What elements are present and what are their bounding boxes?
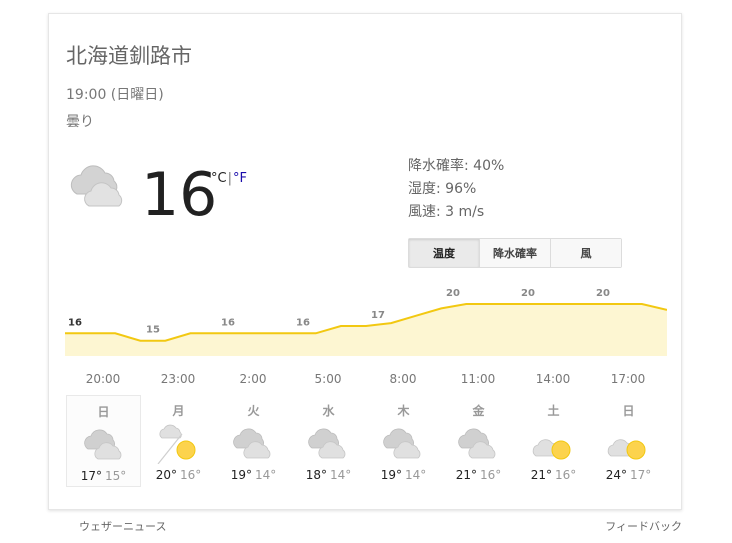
hour-labels: 20:00 23:00 2:00 5:00 8:00 11:00 14:00 17:00 bbox=[65, 372, 667, 388]
unit-switcher: °C|°F bbox=[211, 171, 247, 186]
hour-label: 2:00 bbox=[239, 372, 267, 386]
tab-temperature[interactable]: 温度 bbox=[409, 239, 479, 267]
cloudy-icon bbox=[70, 165, 123, 207]
current-temperature: 16 bbox=[141, 160, 218, 230]
daily-forecast: 日 17° 15° 月 20° 16° 火 19° 14° 水 18° 14° 木 19° 14° 金 21° 1… bbox=[66, 395, 666, 487]
chart-temp-label: 20 bbox=[596, 288, 610, 299]
cloudy-icon bbox=[308, 428, 346, 459]
day-high-temp: 24° bbox=[605, 468, 627, 482]
datetime-label: 19:00 (日曜日) bbox=[66, 87, 164, 103]
day-name: 金 bbox=[472, 404, 485, 418]
day-forecast[interactable]: 月 20° 16° bbox=[141, 395, 216, 487]
day-name: 水 bbox=[322, 404, 335, 418]
hour-label: 23:00 bbox=[160, 372, 196, 386]
day-name: 日 bbox=[622, 404, 635, 418]
sun-behind-cloud-icon bbox=[607, 439, 646, 460]
day-forecast[interactable]: 日 17° 15° bbox=[66, 395, 141, 487]
location-title: 北海道釧路市 bbox=[66, 44, 192, 68]
tab-wind[interactable]: 風 bbox=[550, 239, 621, 267]
day-high-temp: 20° bbox=[155, 468, 177, 482]
day-name: 火 bbox=[247, 404, 260, 418]
cloudy-icon bbox=[233, 428, 271, 459]
day-name: 日 bbox=[97, 405, 110, 419]
day-name: 月 bbox=[172, 404, 185, 418]
tab-precipitation[interactable]: 降水確率 bbox=[479, 239, 550, 267]
day-low-temp: 16° bbox=[480, 468, 502, 482]
hour-label: 14:00 bbox=[535, 372, 571, 386]
temperature-chart: 16 15 16 16 17 20 20 20 bbox=[65, 288, 667, 356]
fahrenheit-toggle[interactable]: °F bbox=[233, 171, 247, 186]
day-high-temp: 17° bbox=[80, 469, 102, 483]
chart-temp-label: 16 bbox=[296, 317, 310, 328]
hour-label: 8:00 bbox=[389, 372, 417, 386]
day-forecast[interactable]: 木 19° 14° bbox=[366, 395, 441, 487]
chart-temp-label: 15 bbox=[146, 325, 160, 336]
day-high-temp: 19° bbox=[230, 468, 252, 482]
day-forecast[interactable]: 金 21° 16° bbox=[441, 395, 516, 487]
chart-temp-label: 16 bbox=[221, 317, 235, 328]
day-low-temp: 15° bbox=[105, 469, 127, 483]
day-low-temp: 14° bbox=[255, 468, 277, 482]
condition-label: 曇り bbox=[66, 114, 94, 130]
unit-separator: | bbox=[227, 171, 232, 186]
day-temps: 17° 15° bbox=[67, 469, 140, 483]
day-high-temp: 19° bbox=[380, 468, 402, 482]
hour-label: 5:00 bbox=[314, 372, 342, 386]
day-temps: 18° 14° bbox=[291, 468, 366, 482]
day-low-temp: 16° bbox=[555, 468, 577, 482]
cloudy-icon bbox=[458, 428, 496, 459]
weather-card: 北海道釧路市 19:00 (日曜日) 曇り 16 °C|°F 降水確率: 40%… bbox=[48, 13, 682, 510]
day-low-temp: 17° bbox=[630, 468, 652, 482]
chart-temp-label: 20 bbox=[521, 288, 535, 299]
wind-speed: 風速: 3 m/s bbox=[408, 204, 485, 220]
day-high-temp: 21° bbox=[455, 468, 477, 482]
day-name: 土 bbox=[547, 404, 560, 418]
humidity: 湿度: 96% bbox=[408, 181, 477, 197]
weather-details: 降水確率: 40% 湿度: 96% 風速: 3 m/s bbox=[408, 155, 504, 224]
day-name: 木 bbox=[397, 404, 410, 418]
chart-temp-label: 20 bbox=[446, 288, 460, 299]
partly-cloudy-icon bbox=[157, 424, 196, 464]
hour-label: 17:00 bbox=[610, 372, 646, 386]
cloudy-icon bbox=[84, 429, 122, 460]
celsius-toggle[interactable]: °C bbox=[211, 171, 227, 186]
day-temps: 24° 17° bbox=[591, 468, 666, 482]
chart-tabs: 温度 降水確率 風 bbox=[408, 238, 622, 268]
day-forecast[interactable]: 日 24° 17° bbox=[591, 395, 666, 487]
day-forecast[interactable]: 水 18° 14° bbox=[291, 395, 366, 487]
chart-temp-label: 16 bbox=[68, 317, 82, 328]
feedback-link[interactable]: フィードバック bbox=[605, 518, 682, 534]
day-temps: 19° 14° bbox=[366, 468, 441, 482]
day-high-temp: 21° bbox=[530, 468, 552, 482]
day-temps: 21° 16° bbox=[516, 468, 591, 482]
day-low-temp: 16° bbox=[180, 468, 202, 482]
day-forecast[interactable]: 火 19° 14° bbox=[216, 395, 291, 487]
hour-label: 20:00 bbox=[85, 372, 121, 386]
day-temps: 20° 16° bbox=[141, 468, 216, 482]
chart-temp-label: 17 bbox=[371, 310, 385, 321]
hour-label: 11:00 bbox=[460, 372, 496, 386]
sun-behind-cloud-icon bbox=[532, 439, 571, 460]
day-temps: 21° 16° bbox=[441, 468, 516, 482]
cloudy-icon bbox=[383, 428, 421, 459]
day-high-temp: 18° bbox=[305, 468, 327, 482]
day-forecast[interactable]: 土 21° 16° bbox=[516, 395, 591, 487]
day-low-temp: 14° bbox=[405, 468, 427, 482]
day-low-temp: 14° bbox=[330, 468, 352, 482]
day-temps: 19° 14° bbox=[216, 468, 291, 482]
weather-news-link[interactable]: ウェザーニュース bbox=[79, 518, 166, 534]
precipitation-probability: 降水確率: 40% bbox=[408, 158, 505, 174]
